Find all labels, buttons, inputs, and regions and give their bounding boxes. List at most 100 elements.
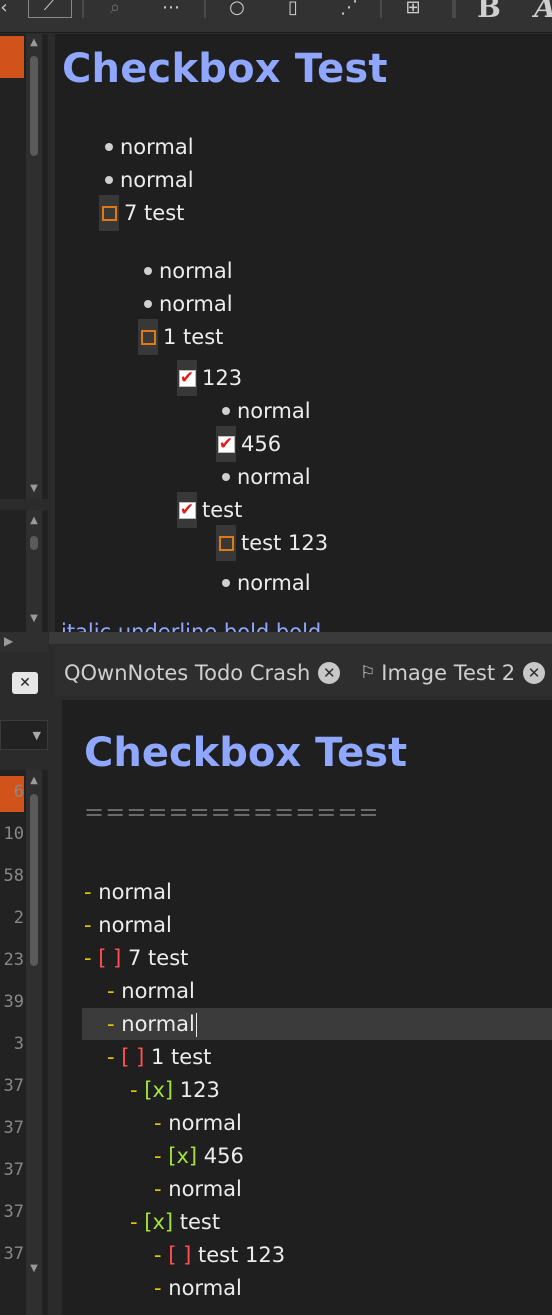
rectangle-icon[interactable]: ▯ xyxy=(278,0,308,20)
tab-qownnotes-todo-crash[interactable]: QOwnNotes Todo Crash ✕ xyxy=(64,656,341,690)
line-number: 39 xyxy=(3,992,24,1012)
preview-item: normal xyxy=(144,288,233,320)
preview-checkbox-item: 1 test xyxy=(138,319,223,355)
bullet-icon xyxy=(144,300,152,308)
chevron-down-icon: ▼ xyxy=(32,729,41,742)
preview-item: normal xyxy=(222,567,311,599)
bullet-icon xyxy=(105,143,113,151)
preview-item: normal xyxy=(222,395,311,427)
editor-line: - normal xyxy=(154,1111,242,1135)
insert-icon[interactable]: ⊞ xyxy=(398,0,428,20)
tab-image-test-2[interactable]: ⚐ Image Test 2 ✕ xyxy=(360,656,546,690)
line-number: 6 xyxy=(13,782,24,802)
link-icon[interactable]: ⟋ xyxy=(28,0,72,18)
editor-heading: Checkbox Test xyxy=(84,730,408,776)
line-number: 37 xyxy=(3,1076,24,1096)
clear-search-icon[interactable]: ✕ xyxy=(12,672,38,694)
editor-line: - [ ] test 123 xyxy=(154,1243,286,1267)
tag-list[interactable]: ▲ ▼ xyxy=(0,510,48,632)
line-number: 23 xyxy=(3,950,24,970)
italic-icon[interactable]: A xyxy=(530,0,552,24)
partial-icon[interactable]: ‹ xyxy=(0,0,14,20)
checkbox-unchecked-icon[interactable] xyxy=(140,329,156,345)
line-number-gutter: 6 10 58 2 23 39 3 37 37 37 37 37 ▲ ▼ xyxy=(0,770,48,1315)
scroll-thumb[interactable] xyxy=(30,56,38,156)
checkbox-checked-icon[interactable]: ✔ xyxy=(178,501,196,519)
editor-line: - [x] 456 xyxy=(154,1144,244,1168)
preview-checkbox-item: test 123 xyxy=(216,525,328,561)
scroll-up-icon[interactable]: ▲ xyxy=(28,776,40,786)
preview-checkbox-item: ✔ 456 xyxy=(216,426,281,462)
attachment-icon[interactable]: ⌕ xyxy=(100,0,130,20)
preview-checkbox-item: ✔ test xyxy=(177,492,242,528)
line-number: 2 xyxy=(13,908,24,928)
editor-line: - normal xyxy=(84,880,172,904)
preview-checkbox-item: ✔ 123 xyxy=(177,360,242,396)
editor-line: - [x] test xyxy=(130,1210,221,1234)
flag-icon: ⚐ xyxy=(360,663,376,683)
editor-line: - normal xyxy=(154,1276,242,1300)
editor-line: - normal xyxy=(107,979,195,1003)
scroll-right-icon[interactable]: ▶ xyxy=(4,634,13,648)
line-number: 58 xyxy=(3,866,24,886)
preview-item: normal xyxy=(105,164,194,196)
circle-icon[interactable]: ○ xyxy=(222,0,252,20)
scroll-thumb[interactable] xyxy=(30,794,38,966)
note-list[interactable]: ▲ ▼ xyxy=(0,34,48,499)
preview-title: Checkbox Test xyxy=(62,46,388,92)
note-text-editor[interactable]: Checkbox Test ============== - normal - … xyxy=(62,700,552,1315)
heading-underline: ============== xyxy=(84,798,380,826)
line-number: 37 xyxy=(3,1202,24,1222)
editor-list-scrollbar[interactable]: ▲ ▼ xyxy=(26,770,42,1315)
screenshot-icon[interactable]: ⋯ xyxy=(156,0,186,20)
scroll-down-icon[interactable]: ▼ xyxy=(28,1264,40,1274)
scroll-thumb[interactable] xyxy=(30,536,38,550)
tag-list-scrollbar[interactable]: ▲ ▼ xyxy=(26,510,42,632)
note-preview: Checkbox Test normal normal 7 test norma… xyxy=(55,34,552,632)
editor-line: - normal xyxy=(84,913,172,937)
editor-line: - [ ] 1 test xyxy=(107,1045,212,1069)
note-tab-bar: QOwnNotes Todo Crash ✕ ⚐ Image Test 2 ✕ xyxy=(55,646,552,696)
tab-label: QOwnNotes Todo Crash xyxy=(64,661,311,685)
bullet-icon xyxy=(144,267,152,275)
checkbox-unchecked-icon[interactable] xyxy=(218,535,234,551)
preview-item: normal xyxy=(105,131,194,163)
bullet-icon xyxy=(105,176,113,184)
bullet-icon xyxy=(222,579,230,587)
editor-line-current: - normal xyxy=(107,1012,197,1037)
bold-icon[interactable]: B xyxy=(474,0,504,24)
note-list-scrollbar[interactable]: ▲ ▼ xyxy=(26,34,42,499)
close-icon[interactable]: ✕ xyxy=(523,662,546,684)
line-number: 37 xyxy=(3,1160,24,1180)
selected-note[interactable] xyxy=(0,36,24,78)
search-tools: ✕ ▼ xyxy=(0,660,48,760)
folder-select[interactable]: ▼ xyxy=(0,720,48,750)
editor-line: - [ ] 7 test xyxy=(84,946,189,970)
scroll-up-icon[interactable]: ▲ xyxy=(28,38,40,48)
horizontal-scrollbar[interactable]: ▶ xyxy=(0,632,48,652)
scroll-down-icon[interactable]: ▼ xyxy=(28,484,40,494)
close-icon[interactable]: ✕ xyxy=(318,662,341,684)
bullet-icon xyxy=(222,473,230,481)
checkbox-checked-icon[interactable]: ✔ xyxy=(217,435,235,453)
preview-item: normal xyxy=(144,255,233,287)
toolbar: ‹ ⟋ ⌕ ⋯ ○ ▯ ⋰ ⊞ B A xyxy=(0,0,552,33)
scroll-down-icon[interactable]: ▼ xyxy=(28,614,40,624)
pane-splitter[interactable] xyxy=(49,632,552,644)
line-number: 37 xyxy=(3,1118,24,1138)
line-number: 37 xyxy=(3,1244,24,1264)
preview-item: normal xyxy=(222,461,311,493)
tab-label: Image Test 2 xyxy=(381,661,516,685)
preview-checkbox-item: 7 test xyxy=(99,195,184,231)
bullet-icon xyxy=(222,407,230,415)
checkbox-unchecked-icon[interactable] xyxy=(101,205,117,221)
text-cursor xyxy=(195,1013,197,1037)
line-number: 3 xyxy=(13,1034,24,1054)
points-icon[interactable]: ⋰ xyxy=(334,0,364,20)
preview-clipped-line: italic underline bold bold xyxy=(61,620,322,632)
editor-line: - normal xyxy=(154,1177,242,1201)
scroll-up-icon[interactable]: ▲ xyxy=(28,516,40,526)
checkbox-checked-icon[interactable]: ✔ xyxy=(178,369,196,387)
line-number: 10 xyxy=(3,824,24,844)
editor-line: - [x] 123 xyxy=(130,1078,220,1102)
